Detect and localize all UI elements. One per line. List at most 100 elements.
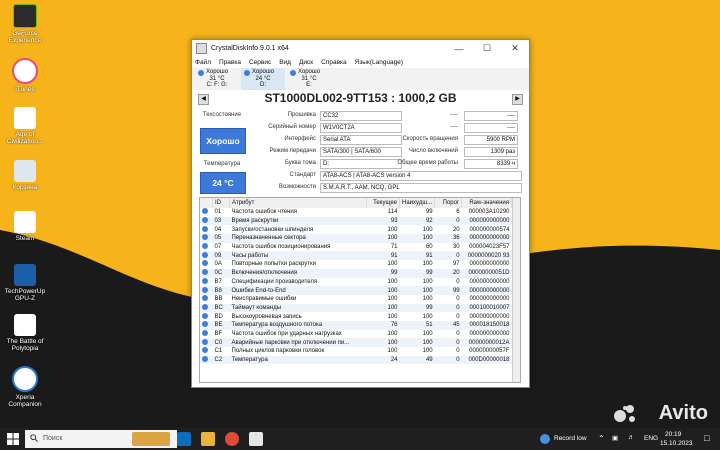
table-row[interactable]: 01 Частота ошибок чтения 114 99 6 000003A1029… — [200, 208, 512, 217]
menu-view[interactable]: Вид — [279, 59, 291, 66]
current-cell: 24 — [366, 355, 400, 365]
menu-help[interactable]: Справка — [321, 59, 347, 66]
next-disk-icon[interactable]: ▶ — [512, 94, 523, 105]
raw-cell: 000D00000018 — [461, 355, 512, 365]
threshold-column-header[interactable]: Порог — [434, 198, 463, 208]
id-cell: 01 — [214, 209, 222, 216]
table-row[interactable]: BC Таймаут команды 100 99 0 000100010007 — [200, 303, 512, 313]
drive-tab-e[interactable]: Хорошо 31 °C E: — [287, 68, 331, 90]
desktop-icon-geforce[interactable]: GeForce Experience — [3, 4, 47, 44]
language-indicator[interactable]: ENG — [644, 435, 658, 442]
table-row[interactable]: BE Температура воздушного потока 76 51 45 000… — [200, 320, 512, 330]
firmware-label: Прошивка — [287, 112, 316, 118]
record-icon[interactable] — [540, 434, 550, 444]
status-dot-icon — [202, 286, 208, 293]
threshold-cell: 0 — [434, 251, 462, 261]
record-low-label[interactable]: Record low — [554, 435, 587, 442]
raw-column-header[interactable]: Raw-значения — [461, 198, 512, 208]
disk-model: ST1000DL002-9TT153 : 1000,2 GB — [264, 91, 457, 105]
menu-service[interactable]: Сервис — [249, 59, 271, 66]
id-cell: C1 — [214, 348, 223, 355]
transfer-mode-value: SATA/300 | SATA/600 — [320, 147, 402, 157]
status-column-header[interactable] — [200, 198, 213, 208]
edge-icon[interactable] — [177, 432, 191, 446]
threshold-cell: 0 — [434, 355, 462, 365]
clock-date[interactable]: 15.10.2023 — [660, 440, 693, 447]
table-row[interactable]: B8 Ошибки End-to-End 100 100 99 000000000000 — [200, 286, 512, 295]
id-column-header[interactable]: ID — [212, 198, 230, 208]
temperature-button[interactable]: 24 °C — [200, 172, 246, 194]
transfer-mode-label: Режим передачи — [269, 148, 316, 154]
table-row[interactable]: C0 Аварийные парковки при отключении пи..… — [200, 338, 512, 347]
extra-label-1: ---- — [450, 112, 458, 118]
gpu-z-icon — [14, 264, 36, 286]
table-row[interactable]: 07 Частота ошибок позиционирования 71 60 30 0… — [200, 243, 512, 252]
threshold-cell: 0 — [456, 313, 460, 320]
table-row[interactable]: C1 Полных циклов парковки головок 100 100 0 0… — [200, 347, 512, 356]
desktop-icon-polytopia[interactable]: The Battle of Polytopia — [3, 314, 47, 352]
desktop-icon-age-of-civilization[interactable]: Age of Civilization... — [3, 107, 47, 145]
title-bar[interactable]: CrystalDiskInfo 9.0.1 x64 — ☐ ✕ — [192, 40, 529, 57]
close-icon[interactable]: ✕ — [501, 43, 529, 54]
worst-cell: 100 — [422, 348, 433, 355]
row-status-cell — [200, 260, 213, 269]
attribute-column-header[interactable]: Атрибут — [229, 198, 367, 208]
desktop-icon-itunes[interactable]: iTunes — [3, 58, 47, 93]
maximize-icon[interactable]: ☐ — [473, 43, 501, 54]
worst-column-header[interactable]: Наихудш... — [399, 198, 436, 208]
status-dot-icon — [202, 329, 208, 336]
desktop-icon-recycle-bin[interactable]: Корзина — [3, 160, 47, 191]
row-status-cell — [200, 338, 213, 347]
volume-icon[interactable]: ♬ — [628, 434, 635, 441]
attribute-cell: Частота ошибок позиционирования — [231, 244, 331, 251]
table-row[interactable]: BB Неисправимые ошибки 100 100 0 000000000000 — [200, 295, 512, 304]
clock-time[interactable]: 20:19 — [665, 431, 681, 438]
attribute-cell: Повторные попытки раскрутки — [231, 261, 317, 268]
menu-language[interactable]: Язык(Language) — [355, 59, 403, 66]
network-icon[interactable]: ▣ — [612, 434, 618, 442]
menu-disk[interactable]: Диск — [299, 59, 313, 66]
file-explorer-icon[interactable] — [201, 432, 215, 446]
table-row[interactable]: 05 Переназначенные сектора 100 100 36 0000000… — [200, 234, 512, 243]
windows-start-icon[interactable] — [7, 433, 19, 445]
current-column-header[interactable]: Текущее — [366, 198, 400, 208]
menu-edit[interactable]: Правка — [219, 59, 241, 66]
table-scrollbar[interactable] — [512, 198, 520, 382]
search-highlight-icon[interactable] — [132, 432, 170, 446]
crystaldiskinfo-taskbar-icon[interactable] — [249, 432, 263, 446]
table-row[interactable]: 09 Часы работы 91 91 0 0000000020 93 — [200, 251, 512, 261]
drive-tab-c[interactable]: Хорошо 31 °C C: F: G: — [195, 68, 239, 90]
geforce-icon — [13, 4, 37, 28]
health-status-button[interactable]: Хорошо — [200, 128, 246, 154]
row-status-cell — [200, 251, 213, 261]
desktop-icon-steam[interactable]: Steam — [3, 211, 47, 242]
raw-cell: 000000000000 — [469, 278, 510, 285]
table-row[interactable]: 0C Включения/отключения 99 99 20 00000000051D — [200, 268, 512, 278]
chevron-up-icon[interactable]: ⌃ — [598, 434, 605, 443]
menu-file[interactable]: Файл — [195, 59, 211, 66]
attribute-cell: Аварийные парковки при отключении пи... — [229, 338, 367, 347]
current-cell: 71 — [390, 244, 398, 251]
window-title: CrystalDiskInfo 9.0.1 x64 — [211, 45, 289, 52]
attribute-cell: Часы работы — [229, 251, 367, 261]
drive-tab-d[interactable]: Хорошо 24 °C D: — [241, 68, 285, 90]
table-row[interactable]: BD Высокоуровневая запись 100 100 0 000000000… — [200, 312, 512, 321]
row-status-cell — [200, 329, 213, 339]
minimize-icon[interactable]: — — [445, 44, 473, 54]
worst-cell: 100 — [399, 234, 435, 243]
chrome-icon[interactable] — [225, 432, 239, 446]
notifications-icon[interactable]: □ — [704, 433, 709, 443]
table-row[interactable]: B7 Спецификации производителя 100 100 0 00000… — [200, 277, 512, 287]
table-row[interactable]: BF Частота ошибок при ударных нагрузках 10… — [200, 329, 512, 339]
current-cell: 76 — [366, 320, 400, 330]
id-cell: 05 — [212, 234, 230, 243]
threshold-cell: 0 — [456, 296, 460, 303]
id-cell: B8 — [212, 286, 230, 295]
desktop-icon-xperia[interactable]: Xperia Companion — [3, 366, 47, 408]
table-row[interactable]: C2 Температура 24 49 0 000D00000018 — [200, 355, 512, 365]
table-row[interactable]: 03 Время раскрутки 93 92 0 000000000000 — [200, 216, 512, 226]
row-status-cell — [200, 295, 213, 304]
table-row[interactable]: 04 Запуски/остановки шпинделя 100 100 20 0000… — [200, 225, 512, 234]
table-row[interactable]: 0A Повторные попытки раскрутки 100 100 97 000… — [200, 260, 512, 269]
desktop-icon-gpuz[interactable]: TechPowerUp GPU-Z — [3, 264, 47, 302]
